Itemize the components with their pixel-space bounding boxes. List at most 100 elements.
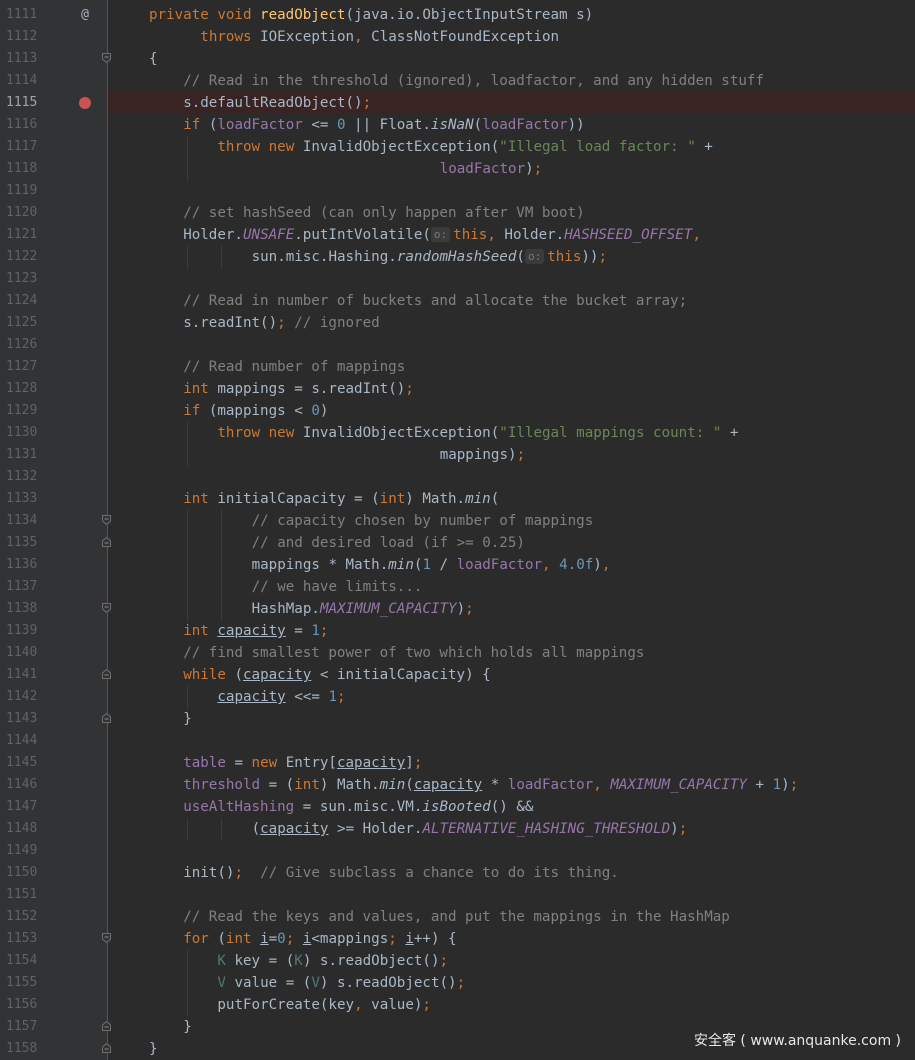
line-number[interactable]: 1131 [6, 444, 38, 466]
code-line[interactable]: 1133 int initialCapacity = (int) Math.min… [0, 488, 915, 510]
line-number[interactable]: 1141 [6, 664, 38, 686]
line-number[interactable]: 1153 [6, 928, 38, 950]
fold-collapse-icon[interactable] [102, 53, 111, 63]
line-number[interactable]: 1111 [6, 4, 38, 26]
code-line[interactable]: 1113 { [0, 48, 915, 70]
code-line[interactable]: 1141 while (capacity < initialCapacity) { [0, 664, 915, 686]
override-at-icon[interactable]: @ [78, 4, 92, 26]
line-number[interactable]: 1145 [6, 752, 38, 774]
code-line[interactable]: 1155 V value = (V) s.readObject(); [0, 972, 915, 994]
line-number[interactable]: 1130 [6, 422, 38, 444]
code-line[interactable]: 1144 [0, 730, 915, 752]
code-line[interactable]: 1145 table = new Entry[capacity]; [0, 752, 915, 774]
line-number[interactable]: 1128 [6, 378, 38, 400]
code-line[interactable]: 1137 // we have limits... [0, 576, 915, 598]
code-line[interactable]: 1126 [0, 334, 915, 356]
line-number[interactable]: 1149 [6, 840, 38, 862]
line-number[interactable]: 1114 [6, 70, 38, 92]
code-line[interactable]: 1121 Holder.UNSAFE.putIntVolatile(o: this,… [0, 224, 915, 246]
code-line[interactable]: 1124 // Read in number of buckets and all… [0, 290, 915, 312]
line-number[interactable]: 1158 [6, 1038, 38, 1060]
line-number[interactable]: 1157 [6, 1016, 38, 1038]
line-number[interactable]: 1124 [6, 290, 38, 312]
line-number[interactable]: 1113 [6, 48, 38, 70]
line-number[interactable]: 1122 [6, 246, 38, 268]
code-line[interactable]: 1123 [0, 268, 915, 290]
line-number[interactable]: 1146 [6, 774, 38, 796]
code-line[interactable]: 1114 // Read in the threshold (ignored), … [0, 70, 915, 92]
code-line[interactable]: 1134 // capacity chosen by number of mapp… [0, 510, 915, 532]
line-number[interactable]: 1138 [6, 598, 38, 620]
code-line[interactable]: 1147 useAltHashing = sun.misc.VM.isBooted… [0, 796, 915, 818]
code-line[interactable]: 1132 [0, 466, 915, 488]
line-number[interactable]: 1154 [6, 950, 38, 972]
code-line[interactable]: 1146 threshold = (int) Math.min(capacity … [0, 774, 915, 796]
code-line[interactable]: 1122 sun.misc.Hashing.randomHashSeed(o: th… [0, 246, 915, 268]
line-number[interactable]: 1144 [6, 730, 38, 752]
code-line[interactable]: 1130 throw new InvalidObjectException("Il… [0, 422, 915, 444]
line-number[interactable]: 1135 [6, 532, 38, 554]
code-line[interactable]: 1131 mappings); [0, 444, 915, 466]
line-number[interactable]: 1155 [6, 972, 38, 994]
code-line[interactable]: 1142 capacity <<= 1; [0, 686, 915, 708]
line-number[interactable]: 1118 [6, 158, 38, 180]
code-line[interactable]: 1116 if (loadFactor <= 0 || Float.isNaN(l… [0, 114, 915, 136]
code-line[interactable]: 1150 init(); // Give subclass a chance to… [0, 862, 915, 884]
code-line[interactable]: 1136 mappings * Math.min(1 / loadFactor, … [0, 554, 915, 576]
line-number[interactable]: 1137 [6, 576, 38, 598]
line-number[interactable]: 1127 [6, 356, 38, 378]
fold-end-icon[interactable] [102, 1043, 111, 1053]
code-line[interactable]: 1111 @ private void readObject(java.io.Obj… [0, 4, 915, 26]
code-line[interactable]: 1120 // set hashSeed (can only happen aft… [0, 202, 915, 224]
line-number[interactable]: 1115 [6, 92, 38, 114]
line-number[interactable]: 1117 [6, 136, 38, 158]
line-number[interactable]: 1129 [6, 400, 38, 422]
fold-collapse-icon[interactable] [102, 933, 111, 943]
line-number[interactable]: 1133 [6, 488, 38, 510]
line-number[interactable]: 1148 [6, 818, 38, 840]
line-number[interactable]: 1156 [6, 994, 38, 1016]
code-line[interactable]: 1129 if (mappings < 0) [0, 400, 915, 422]
code-line[interactable]: 1153 for (int i=0; i<mappings; i++) { [0, 928, 915, 950]
line-number[interactable]: 1151 [6, 884, 38, 906]
line-number[interactable]: 1152 [6, 906, 38, 928]
fold-collapse-icon[interactable] [102, 515, 111, 525]
line-number[interactable]: 1150 [6, 862, 38, 884]
line-number[interactable]: 1139 [6, 620, 38, 642]
code-line[interactable]: 1112 throws IOException, ClassNotFoundExc… [0, 26, 915, 48]
line-number[interactable]: 1123 [6, 268, 38, 290]
fold-end-icon[interactable] [102, 537, 111, 547]
line-number[interactable]: 1121 [6, 224, 38, 246]
line-number[interactable]: 1132 [6, 466, 38, 488]
code-line[interactable]: 1149 [0, 840, 915, 862]
fold-collapse-icon[interactable] [102, 603, 111, 613]
code-line[interactable]: 1140 // find smallest power of two which … [0, 642, 915, 664]
code-line[interactable]: 1115 s.defaultReadObject(); [0, 92, 915, 114]
line-number[interactable]: 1116 [6, 114, 38, 136]
code-line[interactable]: 1125 s.readInt(); // ignored [0, 312, 915, 334]
line-number[interactable]: 1136 [6, 554, 38, 576]
code-line[interactable]: 1127 // Read number of mappings [0, 356, 915, 378]
line-number[interactable]: 1134 [6, 510, 38, 532]
fold-end-icon[interactable] [102, 669, 111, 679]
code-line[interactable]: 1139 int capacity = 1; [0, 620, 915, 642]
code-line[interactable]: 1151 [0, 884, 915, 906]
fold-end-icon[interactable] [102, 1021, 111, 1031]
code-editor[interactable]: 1111 @ private void readObject(java.io.Obj… [0, 4, 915, 1060]
line-number[interactable]: 1140 [6, 642, 38, 664]
code-line[interactable]: 1128 int mappings = s.readInt(); [0, 378, 915, 400]
fold-end-icon[interactable] [102, 713, 111, 723]
breakpoint-icon[interactable] [79, 97, 91, 109]
code-line[interactable]: 1118 loadFactor); [0, 158, 915, 180]
line-number[interactable]: 1142 [6, 686, 38, 708]
code-line[interactable]: 1135 // and desired load (if >= 0.25) [0, 532, 915, 554]
line-number[interactable]: 1112 [6, 26, 38, 48]
line-number[interactable]: 1147 [6, 796, 38, 818]
code-line[interactable]: 1154 K key = (K) s.readObject(); [0, 950, 915, 972]
line-number[interactable]: 1120 [6, 202, 38, 224]
code-line[interactable]: 1152 // Read the keys and values, and put… [0, 906, 915, 928]
line-number[interactable]: 1126 [6, 334, 38, 356]
line-number[interactable]: 1119 [6, 180, 38, 202]
code-line[interactable]: 1143} [0, 708, 915, 730]
line-number[interactable]: 1125 [6, 312, 38, 334]
